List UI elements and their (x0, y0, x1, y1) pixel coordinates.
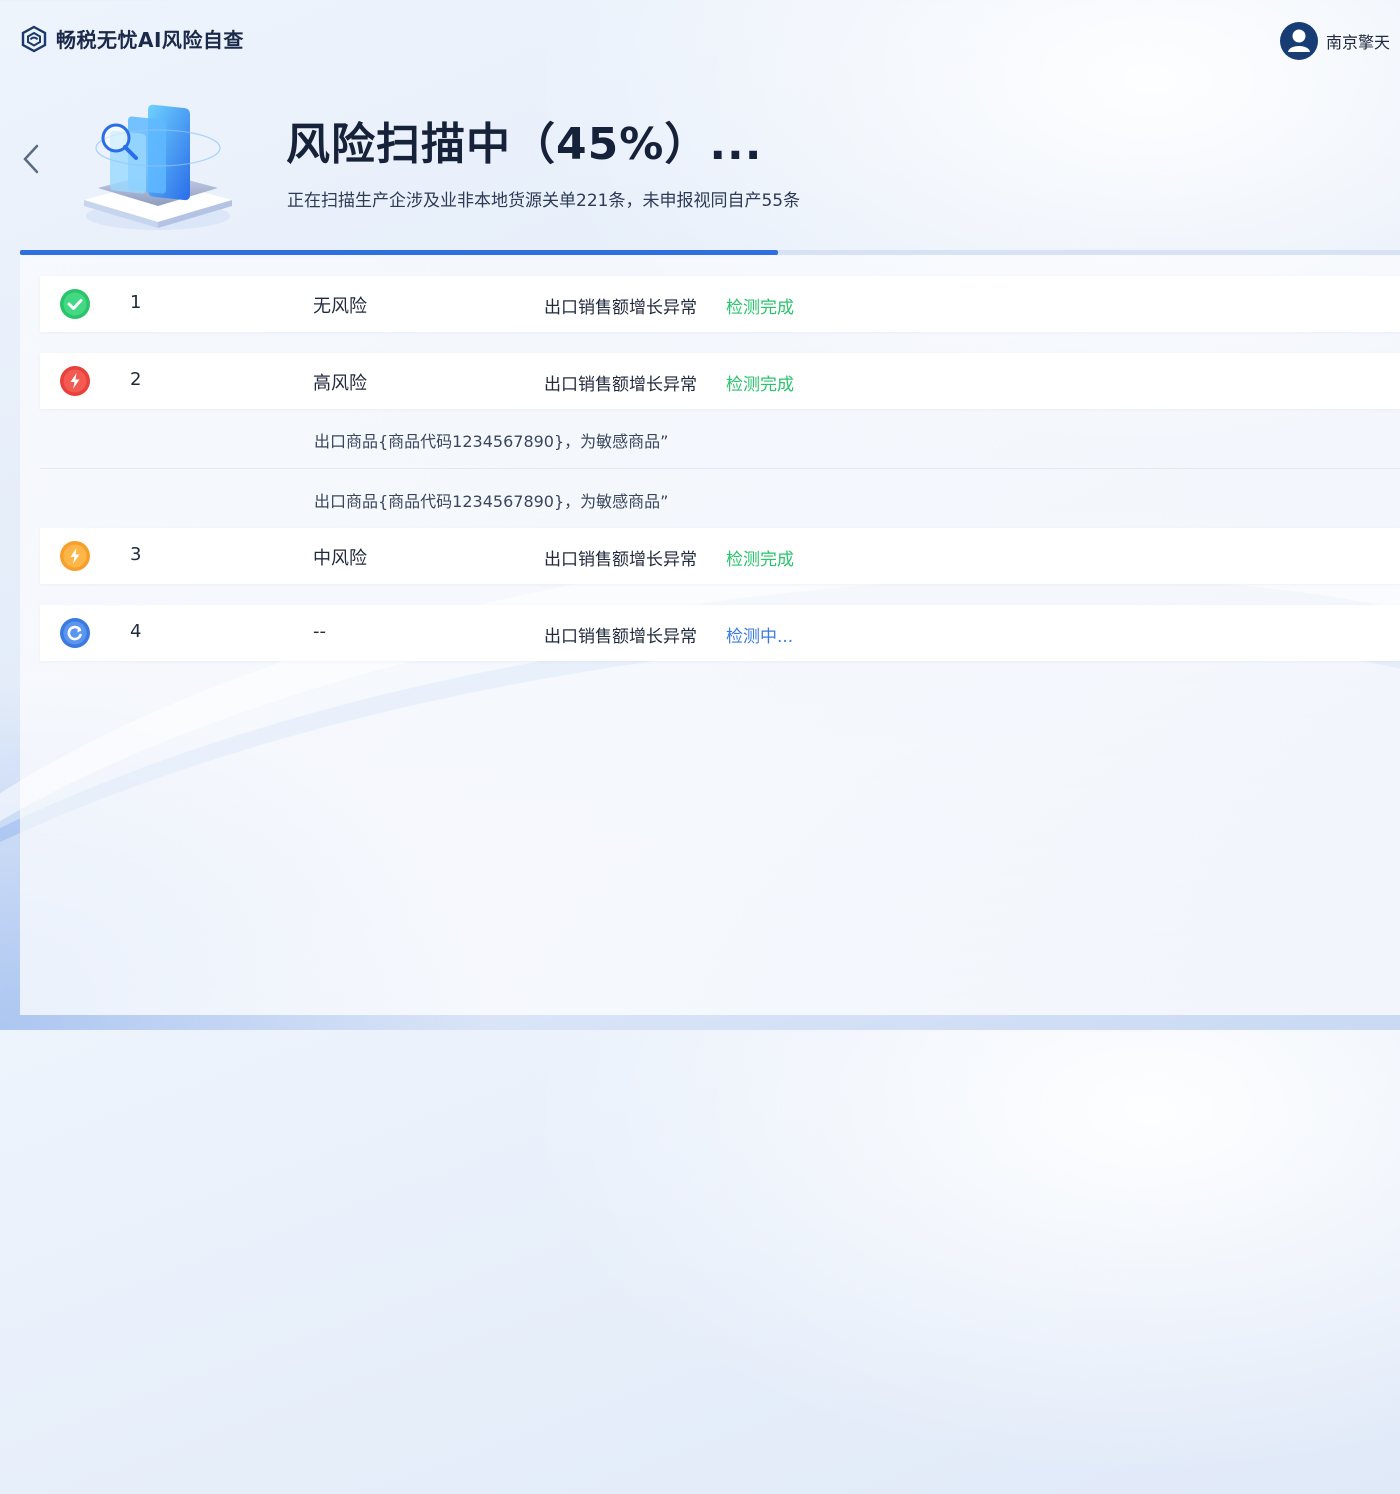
risk-detail: 出口商品{商品代码1234567890}，为敏感商品” (314, 432, 669, 451)
refresh-icon (60, 618, 90, 648)
row-index: 2 (130, 369, 142, 390)
risk-detail: 出口商品{商品代码1234567890}，为敏感商品” (314, 492, 669, 511)
user-icon (1288, 29, 1310, 52)
row-index: 1 (130, 292, 142, 313)
check-status: 检测完成 (726, 298, 794, 318)
chevron-left-icon (23, 144, 39, 174)
risk-level: 高风险 (313, 373, 367, 394)
top-bar: 畅税无忧AI风险自查 南京擎天 (0, 0, 1400, 80)
app-logo[interactable]: 畅税无忧AI风险自查 (20, 24, 244, 53)
app-title: 畅税无忧AI风险自查 (56, 28, 244, 52)
check-status: 检测完成 (726, 375, 794, 395)
check-item: 出口销售额增长异常 (544, 550, 697, 570)
row-index: 3 (130, 544, 142, 565)
check-status: 检测完成 (726, 550, 794, 570)
check-item: 出口销售额增长异常 (544, 298, 697, 318)
result-row[interactable]: 2 高风险 出口销售额增长异常 检测完成 (40, 353, 1400, 409)
results-panel: 1 无风险 出口销售额增长异常 检测完成 2 高风险 出口销售额增长异常 检测完… (20, 255, 1400, 1015)
row-index: 4 (130, 621, 142, 642)
check-item: 出口销售额增长异常 (544, 627, 697, 647)
divider (40, 468, 1400, 469)
risk-level: -- (313, 621, 326, 642)
result-row[interactable]: 1 无风险 出口销售额增长异常 检测完成 (40, 276, 1400, 332)
check-circle-icon (60, 289, 90, 319)
check-status: 检测中... (726, 627, 794, 647)
back-button[interactable] (18, 140, 46, 180)
shield-logo-icon (21, 25, 47, 52)
risk-level: 无风险 (313, 296, 367, 317)
avatar[interactable] (1280, 22, 1318, 60)
risk-level: 中风险 (313, 548, 367, 569)
check-item: 出口销售额增长异常 (544, 375, 697, 395)
user-name: 南京擎天 (1326, 33, 1391, 52)
lightning-red-icon (60, 366, 90, 396)
user-menu[interactable]: 南京擎天 (1280, 22, 1390, 60)
result-row[interactable]: 3 中风险 出口销售额增长异常 检测完成 (40, 528, 1400, 584)
lightning-orange-icon (60, 541, 90, 571)
scan-summary: 正在扫描生产企涉及业非本地货源关单221条，未申报视同自产55条 (287, 191, 801, 211)
ai-scan-illustration (84, 104, 232, 230)
result-row[interactable]: 4 -- 出口销售额增长异常 检测中... (40, 605, 1400, 661)
page-title: 风险扫描中（45%）... (286, 119, 763, 170)
